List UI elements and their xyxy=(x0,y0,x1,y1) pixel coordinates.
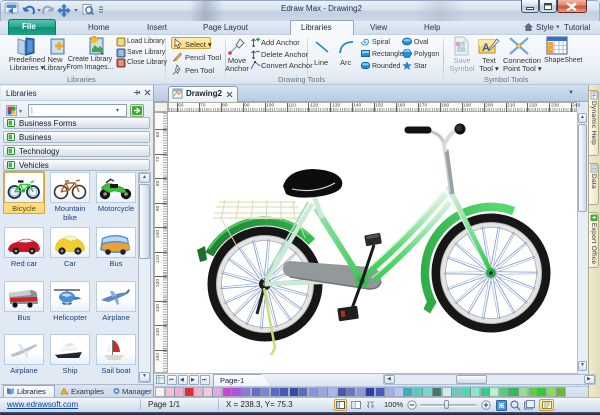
svg-text:A: A xyxy=(482,42,490,54)
